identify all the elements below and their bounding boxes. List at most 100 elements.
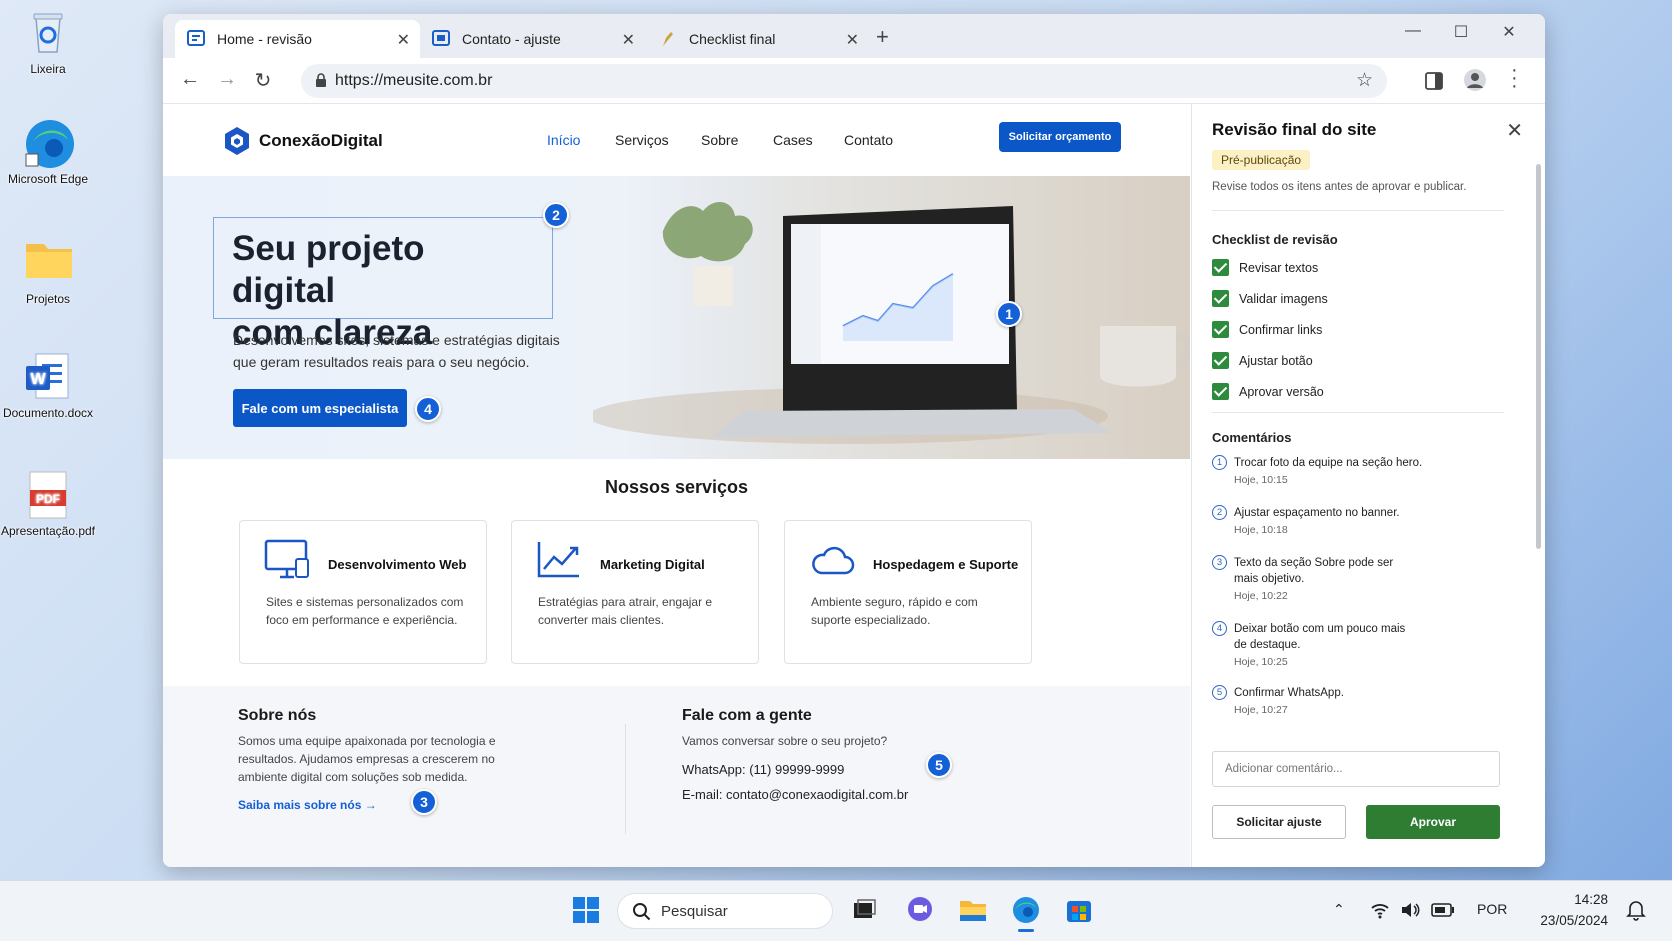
checklist-title: Checklist de revisão (1212, 232, 1338, 247)
nav-cases[interactable]: Cases (773, 132, 813, 148)
service-card-marketing[interactable]: Marketing Digital Estratégias para atrai… (511, 520, 759, 664)
checkbox-checked-icon[interactable] (1212, 352, 1229, 369)
checklist-item[interactable]: Aprovar versão (1212, 383, 1324, 400)
about-text: Somos uma equipe apaixonada por tecnolog… (238, 734, 496, 784)
taskbar-search[interactable]: Pesquisar (617, 893, 833, 929)
file-explorer-icon[interactable] (958, 895, 988, 925)
nav-servicos[interactable]: Serviços (615, 132, 669, 148)
desktop-icon-apresentacao[interactable]: PDF Apresentação.pdf (0, 470, 96, 539)
close-tab-icon[interactable]: ✕ (622, 30, 635, 50)
hero-laptop-image (593, 176, 1190, 459)
service-card-hosting[interactable]: Hospedagem e Suporte Ambiente seguro, rá… (784, 520, 1032, 664)
checkbox-checked-icon[interactable] (1212, 290, 1229, 307)
review-marker-5[interactable]: 5 (926, 752, 952, 778)
task-view-icon[interactable] (849, 895, 879, 925)
site-logo[interactable]: ConexãoDigital (223, 126, 383, 156)
store-icon[interactable] (1064, 895, 1094, 925)
page-icon (432, 30, 450, 48)
comments-title: Comentários (1212, 430, 1292, 445)
footer-section: Sobre nós Somos uma equipe apaixonada po… (163, 686, 1190, 867)
close-tab-icon[interactable]: ✕ (397, 30, 410, 50)
logo-icon (225, 127, 249, 155)
reload-icon[interactable]: ↻ (250, 68, 276, 93)
wifi-icon[interactable] (1370, 901, 1390, 919)
lock-icon (316, 73, 326, 87)
about-link[interactable]: Saiba mais sobre nós → (238, 796, 377, 814)
comment-input[interactable] (1212, 751, 1500, 787)
divider (1212, 210, 1504, 211)
tab-home-revisao[interactable]: Home - revisão ✕ (175, 20, 420, 58)
nav-sobre[interactable]: Sobre (701, 132, 738, 148)
review-marker-1[interactable]: 1 (996, 301, 1022, 327)
panel-description: Revise todos os itens antes de aprovar e… (1212, 181, 1467, 193)
brush-icon (659, 30, 677, 48)
chart-up-icon (537, 542, 579, 578)
sidebar-toggle-icon[interactable] (1425, 72, 1443, 90)
tab-checklist-final[interactable]: Checklist final ✕ (647, 20, 869, 58)
new-tab-button[interactable]: + (876, 24, 889, 50)
desktop-icon-recycle-bin[interactable]: Lixeira (0, 8, 96, 77)
comment-item[interactable]: 5 Confirmar WhatsApp. Hoje, 10:27 (1212, 685, 1522, 716)
review-marker-2[interactable]: 2 (543, 202, 569, 228)
taskbar: Pesquisar ⌃ POR 14:28 23/05/2024 (0, 880, 1672, 941)
request-adjust-button[interactable]: Solicitar ajuste (1212, 805, 1346, 839)
close-window-button[interactable]: ✕ (1494, 22, 1524, 42)
approve-button[interactable]: Aprovar (1366, 805, 1500, 839)
minimize-button[interactable]: — (1398, 22, 1428, 40)
desktop-icon-edge[interactable]: Microsoft Edge (0, 118, 96, 187)
request-quote-button[interactable]: Solicitar orçamento (999, 122, 1121, 152)
specialist-button[interactable]: Fale com um especialista (233, 389, 407, 427)
review-marker-3[interactable]: 3 (411, 789, 437, 815)
language-indicator[interactable]: POR (1477, 901, 1507, 917)
desktop-icon-projetos[interactable]: Projetos (0, 238, 96, 307)
close-tab-icon[interactable]: ✕ (846, 30, 859, 50)
chevron-up-icon[interactable]: ⌃ (1333, 901, 1345, 918)
maximize-button[interactable]: ☐ (1446, 22, 1476, 42)
menu-icon[interactable]: · · · (1511, 60, 1518, 96)
checklist-item[interactable]: Confirmar links (1212, 321, 1322, 338)
status-badge: Pré-publicação (1212, 150, 1311, 170)
volume-icon[interactable] (1400, 901, 1420, 919)
website-preview: ConexãoDigital Início Serviços Sobre Cas… (163, 104, 1190, 867)
contact-whatsapp[interactable]: WhatsApp: (11) 99999-9999 (682, 761, 844, 779)
url-input[interactable]: https://meusite.com.br ☆ (301, 64, 1387, 98)
tab-contato-ajuste[interactable]: Contato - ajuste ✕ (420, 20, 645, 58)
service-card-web[interactable]: Desenvolvimento Web Sites e sistemas per… (239, 520, 487, 664)
battery-icon[interactable] (1431, 903, 1455, 917)
comment-item[interactable]: 2 Ajustar espaçamento no banner. Hoje, 10:… (1212, 505, 1522, 536)
review-panel: Revisão final do site ✕ Pré-publicação R… (1191, 104, 1545, 867)
desktop-icon-documento[interactable]: W Documento.docx (0, 352, 96, 421)
close-panel-icon[interactable]: ✕ (1506, 118, 1523, 143)
nav-inicio[interactable]: Início (547, 132, 580, 148)
contact-sub: Vamos conversar sobre o seu projeto? (682, 734, 888, 748)
forward-icon[interactable]: → (214, 68, 240, 91)
tab-bar: Home - revisão ✕ Contato - ajuste ✕ Chec… (163, 14, 1545, 58)
profile-icon[interactable] (1463, 68, 1487, 92)
checkbox-checked-icon[interactable] (1212, 383, 1229, 400)
edge-taskbar-icon[interactable] (1011, 895, 1041, 925)
hero-title: Seu projeto digital com clareza (213, 217, 553, 352)
back-icon[interactable]: ← (177, 68, 203, 91)
star-icon[interactable]: ☆ (1356, 69, 1373, 92)
checklist-item[interactable]: Revisar textos (1212, 259, 1318, 276)
clock[interactable]: 14:28 23/05/2024 (1532, 889, 1608, 931)
contact-title: Fale com a gente (682, 707, 812, 724)
cloud-icon (812, 546, 855, 575)
comment-item[interactable]: 4 Deixar botão com um pouco mais de desta… (1212, 621, 1522, 668)
nav-contato[interactable]: Contato (844, 132, 893, 148)
notification-bell-icon[interactable] (1626, 899, 1646, 921)
comment-item[interactable]: 1 Trocar foto da equipe na seção hero. Hoj… (1212, 455, 1522, 486)
panel-scrollbar[interactable] (1536, 164, 1541, 549)
panel-title: Revisão final do site (1212, 120, 1377, 139)
checklist-item[interactable]: Ajustar botão (1212, 352, 1313, 369)
checkbox-checked-icon[interactable] (1212, 259, 1229, 276)
chat-icon[interactable] (905, 895, 935, 925)
contact-email[interactable]: E-mail: contato@conexaodigital.com.br (682, 786, 908, 804)
review-marker-4[interactable]: 4 (415, 396, 441, 422)
checkbox-checked-icon[interactable] (1212, 321, 1229, 338)
start-icon[interactable] (571, 895, 601, 925)
services-title: Nossos serviços (604, 477, 749, 497)
checklist-item[interactable]: Validar imagens (1212, 290, 1328, 307)
comment-item[interactable]: 3 Texto da seção Sobre pode ser mais obje… (1212, 555, 1522, 602)
word-doc-icon: W (24, 352, 72, 400)
